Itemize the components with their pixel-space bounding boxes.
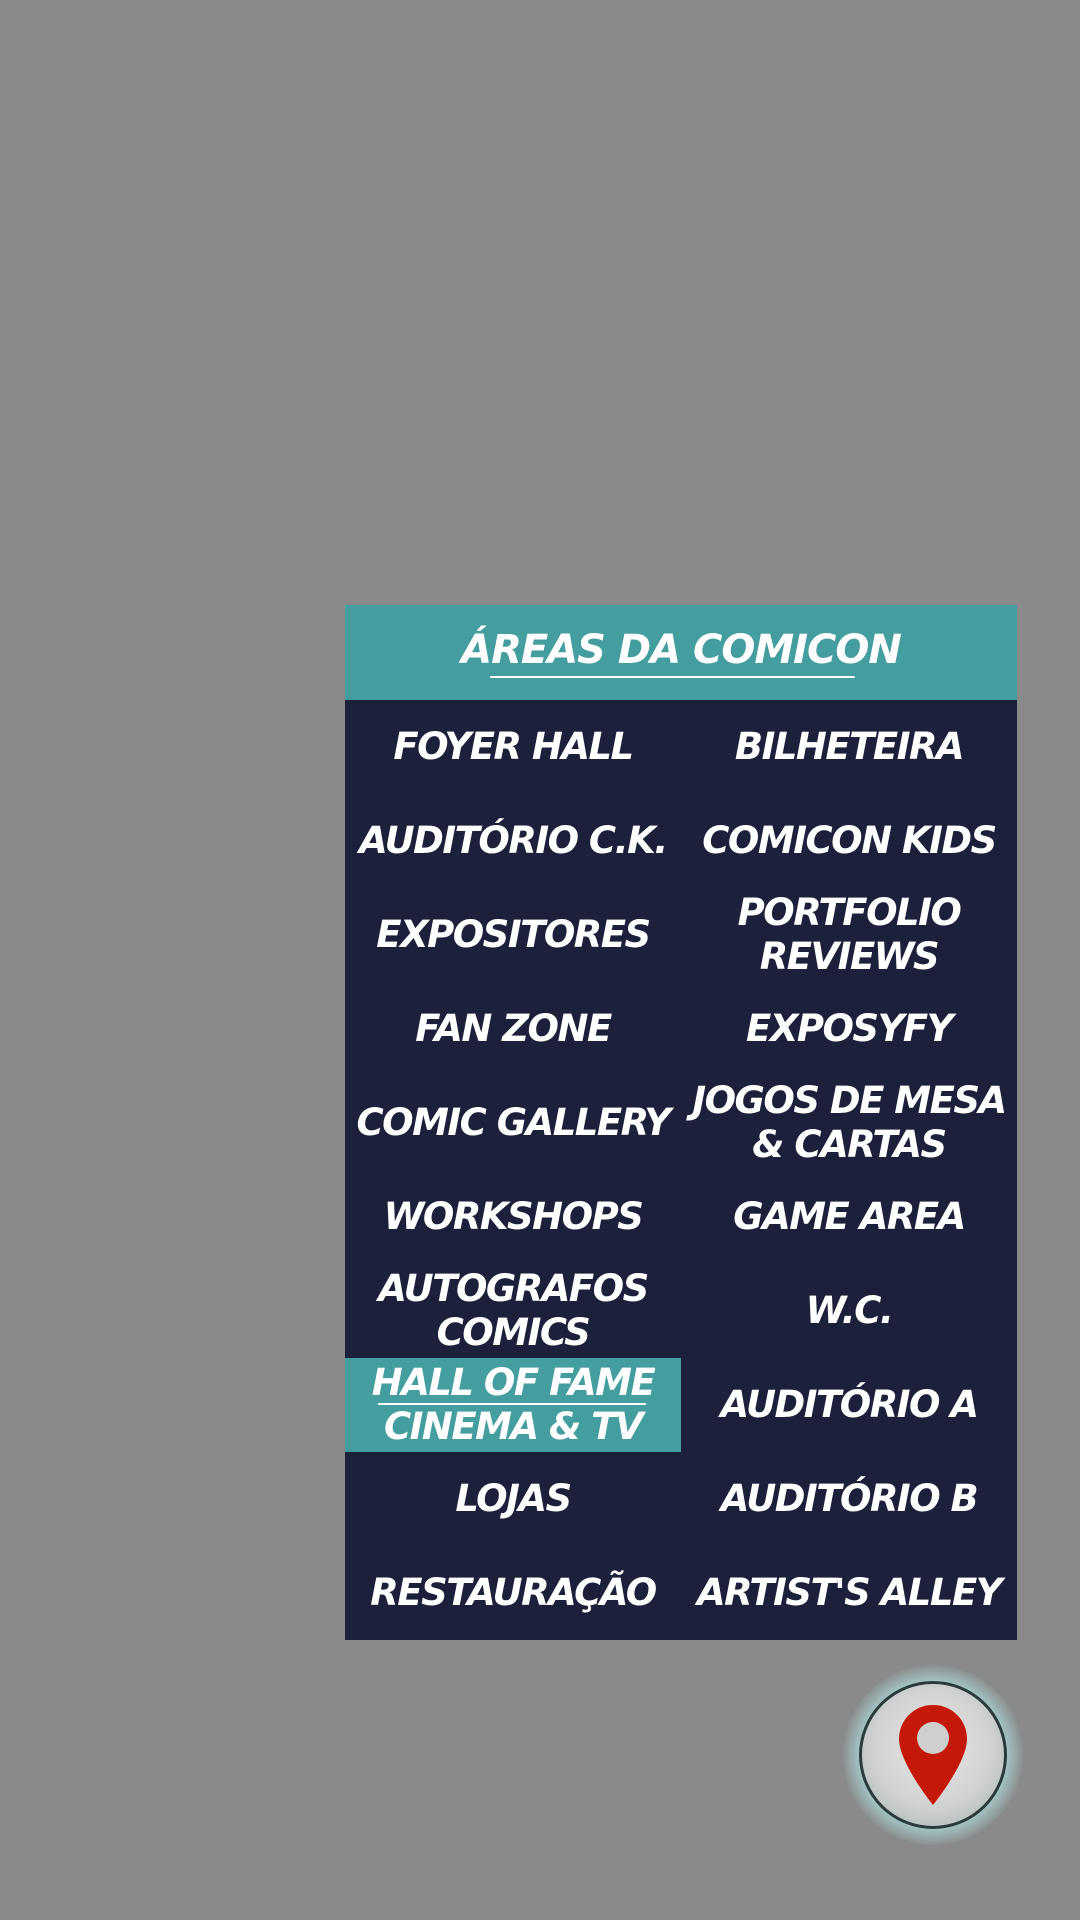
panel-title: ÁREAS DA COMICON [461,626,902,673]
panel-header: ÁREAS DA COMICON [345,605,1017,700]
area-item[interactable]: HALL OF FAME CINEMA & TV [345,1358,681,1452]
area-item[interactable]: AUDITÓRIO C.K. [345,794,681,888]
area-item-label: BILHETEIRA [734,725,965,768]
area-item[interactable]: JOGOS DE MESA & CARTAS [681,1076,1017,1170]
area-item-label: JOGOS DE MESA & CARTAS [692,1079,1007,1166]
active-underline [378,1403,646,1405]
area-item-label: AUDITÓRIO A [720,1383,979,1426]
map-button[interactable] [843,1665,1023,1845]
area-item-label: GAME AREA [733,1195,966,1238]
area-item-label: AUTOGRAFOS COMICS [378,1267,649,1354]
area-item[interactable]: EXPOSYFY [681,982,1017,1076]
area-item-label: LOJAS [455,1477,572,1520]
area-item-label: ARTIST'S ALLEY [696,1571,1003,1614]
area-item-label: FAN ZONE [415,1007,612,1050]
title-underline [490,676,855,678]
area-item[interactable]: WORKSHOPS [345,1170,681,1264]
screen: ÁREAS DA COMICON FOYER HALL BILHETEIRA AUD… [0,0,1080,1920]
area-item[interactable]: AUDITÓRIO A [681,1358,1017,1452]
area-item-label: EXPOSITORES [376,913,651,956]
area-item-label: AUDITÓRIO C.K. [359,819,668,862]
area-item[interactable]: COMICON KIDS [681,794,1017,888]
area-item[interactable]: FOYER HALL [345,700,681,794]
area-item-label: PORTFOLIO REVIEWS [737,891,962,978]
area-item[interactable]: EXPOSITORES [345,888,681,982]
area-item[interactable]: COMIC GALLERY [345,1076,681,1170]
area-item[interactable]: AUDITÓRIO B [681,1452,1017,1546]
area-item[interactable]: BILHETEIRA [681,700,1017,794]
area-item[interactable]: FAN ZONE [345,982,681,1076]
area-item-label: AUDITÓRIO B [720,1477,979,1520]
area-item[interactable]: ARTIST'S ALLEY [681,1546,1017,1640]
map-button-face[interactable] [859,1681,1007,1829]
area-item[interactable]: PORTFOLIO REVIEWS [681,888,1017,982]
areas-grid: FOYER HALL BILHETEIRA AUDITÓRIO C.K. COMICO… [345,700,1017,1640]
area-item-label: COMICON KIDS [702,819,997,862]
area-item-label: RESTAURAÇÃO [370,1571,657,1614]
area-item-label: EXPOSYFY [746,1007,953,1050]
area-item[interactable]: W.C. [681,1264,1017,1358]
area-item-label: HALL OF FAME CINEMA & TV [371,1361,656,1448]
area-item-label: FOYER HALL [393,725,634,768]
area-item[interactable]: GAME AREA [681,1170,1017,1264]
area-item-label: COMIC GALLERY [356,1101,671,1144]
map-pin-icon [899,1705,967,1805]
area-item[interactable]: LOJAS [345,1452,681,1546]
area-item-label: W.C. [805,1289,894,1332]
area-item-label: WORKSHOPS [383,1195,644,1238]
area-item[interactable]: AUTOGRAFOS COMICS [345,1264,681,1358]
areas-panel: ÁREAS DA COMICON FOYER HALL BILHETEIRA AUD… [345,605,1017,1640]
area-item[interactable]: RESTAURAÇÃO [345,1546,681,1640]
